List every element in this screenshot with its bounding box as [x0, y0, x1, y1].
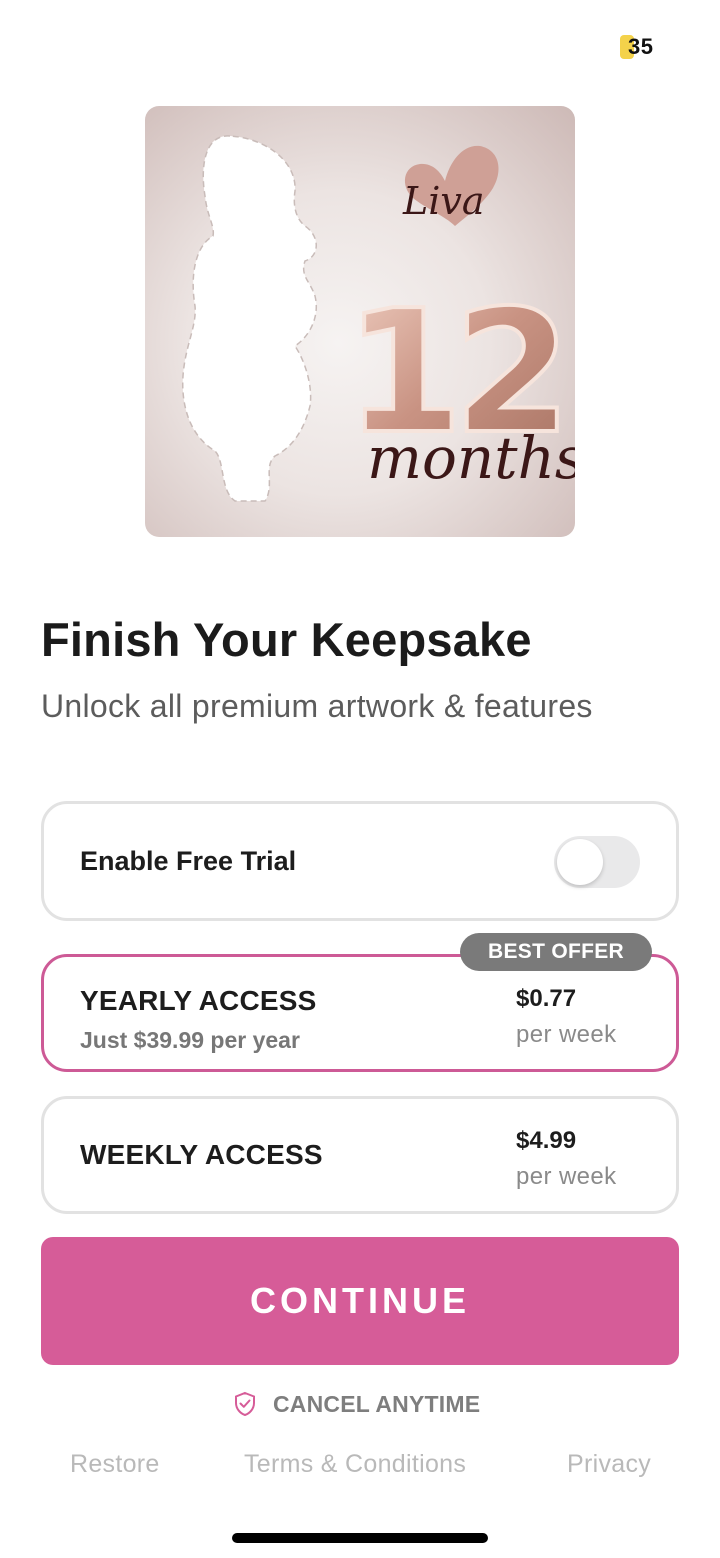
terms-link[interactable]: Terms & Conditions [244, 1450, 466, 1479]
coin-count: 35 [628, 34, 654, 59]
keepsake-artwork: Liva 12 months [181, 135, 575, 502]
keepsake-preview-image: Liva 12 months [145, 106, 575, 537]
plan-yearly-name: YEARLY ACCESS [80, 985, 317, 1016]
plan-yearly-price: $0.77 [516, 985, 577, 1012]
continue-button[interactable]: CONTINUE [41, 1237, 679, 1365]
plan-weekly-period: per week [516, 1163, 617, 1190]
plan-yearly-subtext: Just $39.99 per year [80, 1027, 300, 1053]
hero-unit: months [367, 424, 575, 492]
free-trial-toggle[interactable] [554, 836, 640, 888]
privacy-link[interactable]: Privacy [567, 1450, 651, 1479]
baby-silhouette [181, 135, 317, 502]
plan-yearly-period: per week [516, 1021, 617, 1048]
plan-weekly-name: WEEKLY ACCESS [80, 1139, 323, 1170]
page-subtitle: Unlock all premium artwork & features [41, 688, 593, 724]
free-trial-label: Enable Free Trial [80, 846, 297, 876]
toggle-knob [557, 839, 603, 885]
plan-yearly-card[interactable]: YEARLY ACCESS Just $39.99 per year $0.77… [41, 954, 679, 1072]
coin-counter: 35 [620, 34, 653, 60]
plan-weekly-card[interactable]: WEEKLY ACCESS $4.99 per week [41, 1096, 679, 1214]
home-indicator[interactable] [232, 1533, 488, 1543]
hero-name: Liva [402, 179, 485, 223]
free-trial-card[interactable]: Enable Free Trial [41, 801, 679, 921]
shield-check-icon [235, 1391, 255, 1417]
page-title: Finish Your Keepsake [41, 613, 532, 666]
cancel-anytime-label: CANCEL ANYTIME [273, 1390, 481, 1417]
plan-weekly-price: $4.99 [516, 1127, 577, 1154]
restore-link[interactable]: Restore [70, 1450, 160, 1479]
best-offer-badge: BEST OFFER [460, 933, 652, 971]
cancel-anytime-note: CANCEL ANYTIME [233, 1389, 480, 1419]
